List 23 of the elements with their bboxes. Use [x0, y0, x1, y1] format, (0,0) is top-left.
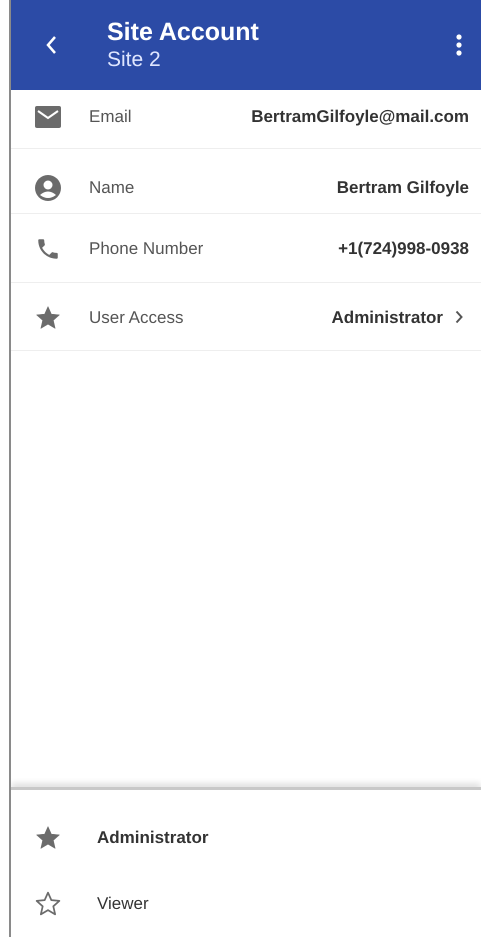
field-value: Bertram Gilfoyle	[336, 176, 469, 199]
access-option[interactable]: Administrator	[11, 804, 481, 870]
field-label: Email	[89, 106, 132, 128]
option-label: Viewer	[97, 893, 149, 915]
back-icon	[45, 35, 57, 55]
chevron-icon	[455, 310, 463, 324]
field-value: +1(724)998-0938	[338, 238, 469, 260]
person-icon	[35, 174, 61, 200]
field-label: User Access	[89, 306, 184, 328]
screen-subtitle: Site 2	[107, 47, 162, 73]
mail-icon	[35, 106, 61, 128]
star-icon	[35, 304, 61, 330]
filled-star-icon	[35, 824, 61, 850]
field-label: Phone Number	[89, 238, 204, 260]
screen-title: Site Account	[107, 17, 260, 47]
option-label: Administrator	[97, 826, 208, 848]
more-options-icon	[456, 34, 462, 56]
field-label: Name	[89, 176, 134, 199]
access-option[interactable]: Viewer	[11, 870, 481, 937]
star-outline-icon	[35, 891, 61, 916]
field-value: BertramGilfoyle@mail.com	[251, 106, 469, 128]
field-value: Administrator	[332, 306, 443, 328]
account-field-row[interactable]: User Access Administrator	[11, 282, 481, 351]
